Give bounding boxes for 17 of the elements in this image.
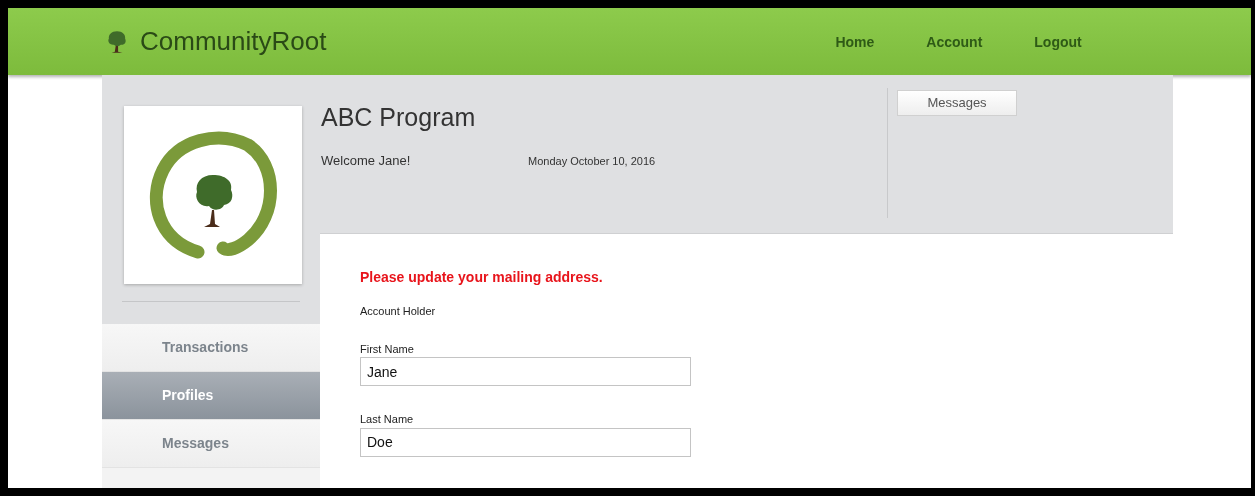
- sidebar-item[interactable]: Transactions: [102, 324, 320, 372]
- notice-text: Please update your mailing address.: [360, 268, 604, 287]
- messages-button[interactable]: Messages: [897, 90, 1017, 116]
- sidebar-item[interactable]: Profiles: [102, 372, 320, 420]
- nav-link[interactable]: Home: [835, 32, 875, 53]
- section-label: Account Holder: [360, 304, 437, 319]
- text-field[interactable]: Jane: [360, 357, 691, 386]
- brand-name: CommunityRoot: [140, 25, 327, 58]
- nav-link[interactable]: Account: [926, 32, 983, 53]
- date-text: Monday October 10, 2016: [528, 153, 656, 169]
- text-field[interactable]: Doe: [360, 427, 691, 457]
- welcome-text: Welcome Jane!: [321, 151, 412, 170]
- program-title: ABC Program: [321, 102, 477, 133]
- nav-link[interactable]: Logout: [1034, 32, 1082, 53]
- field-label: First Name: [360, 341, 415, 357]
- field-label: Last Name: [360, 412, 415, 427]
- sidebar-item[interactable]: Messages: [102, 420, 320, 468]
